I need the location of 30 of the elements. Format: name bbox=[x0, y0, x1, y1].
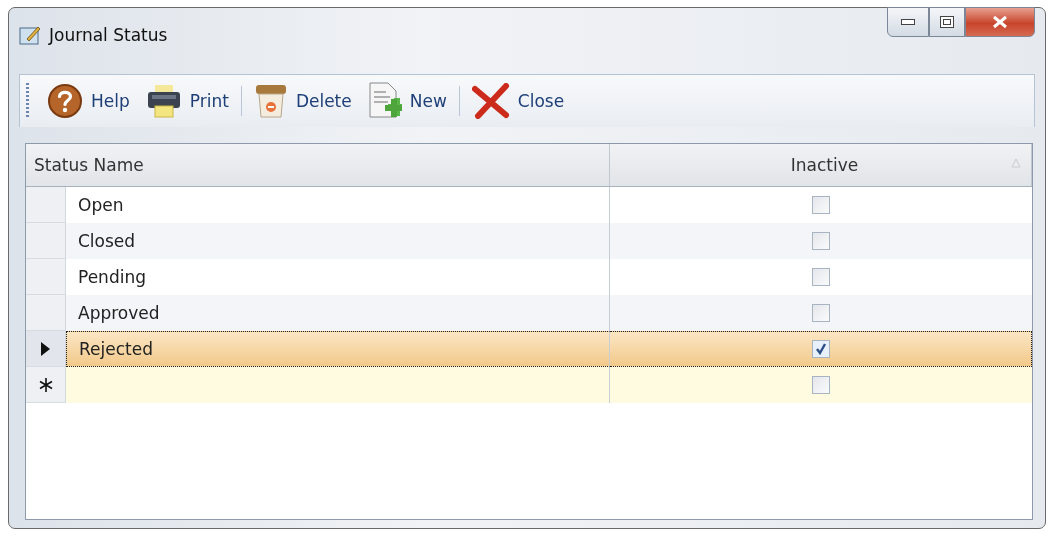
column-header[interactable]: Status Name bbox=[26, 144, 610, 186]
checkmark-icon bbox=[814, 343, 827, 355]
status-name-cell[interactable]: Closed bbox=[66, 223, 610, 259]
help-icon bbox=[47, 83, 83, 119]
new-row-icon bbox=[37, 376, 54, 393]
sort-icon bbox=[1011, 158, 1021, 168]
maximize-button[interactable] bbox=[929, 7, 965, 37]
new-document-icon bbox=[367, 82, 402, 120]
print-button[interactable]: Print bbox=[141, 84, 233, 118]
bin-icon bbox=[253, 83, 288, 119]
close-icon bbox=[992, 15, 1008, 29]
row-header[interactable] bbox=[26, 367, 66, 403]
window-title: Journal Status bbox=[49, 25, 168, 45]
minimize-button[interactable] bbox=[887, 7, 929, 37]
delete-button[interactable]: Delete bbox=[249, 83, 356, 119]
maximize-icon bbox=[940, 16, 954, 28]
app-icon bbox=[19, 25, 41, 45]
close-button[interactable]: Close bbox=[467, 83, 569, 119]
help-button[interactable]: Help bbox=[43, 83, 134, 119]
toolbar-grip[interactable] bbox=[26, 83, 29, 119]
minimize-icon bbox=[901, 19, 915, 25]
status-name-cell[interactable]: Rejected bbox=[66, 331, 610, 367]
row-header[interactable] bbox=[26, 331, 66, 367]
printer-icon bbox=[145, 84, 182, 118]
close-icon bbox=[471, 83, 510, 119]
status-name-cell[interactable]: Approved bbox=[66, 295, 610, 331]
new-button[interactable]: New bbox=[363, 82, 451, 120]
status-name-cell[interactable] bbox=[66, 367, 610, 403]
column-header[interactable]: Inactive bbox=[610, 144, 1032, 186]
close-window-button[interactable] bbox=[965, 7, 1035, 37]
